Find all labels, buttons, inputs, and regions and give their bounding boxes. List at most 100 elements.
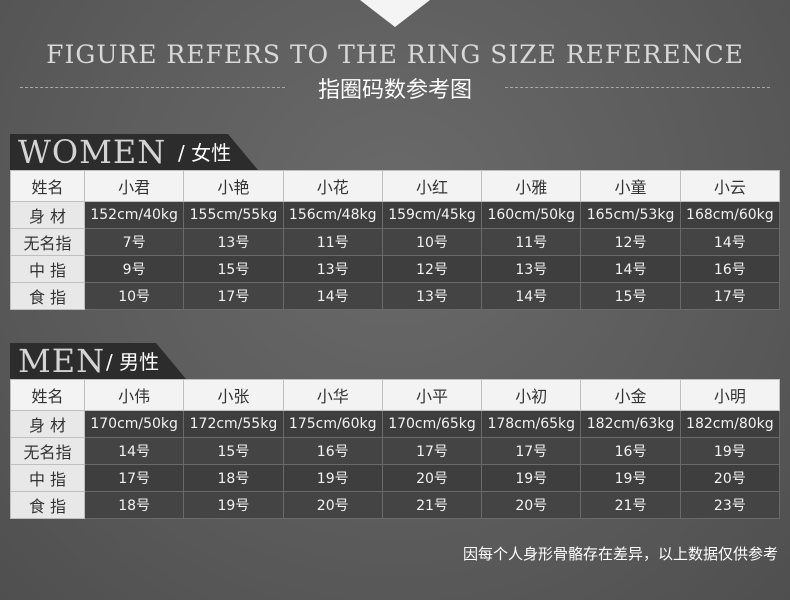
value-cell: 15号 — [580, 282, 681, 310]
value-cell: 165cm/53kg — [580, 201, 681, 229]
women-size-table: 姓名 小君 小艳 小花 小红 小雅 小童 小云 身 材 152cm/40kg 1… — [10, 170, 781, 310]
value-cell: 13号 — [381, 282, 483, 310]
value-cell: 182cm/80kg — [679, 410, 781, 438]
value-cell: 14号 — [282, 282, 383, 310]
name-cell: 小明 — [679, 379, 781, 411]
value-cell: 17号 — [679, 282, 781, 310]
value-cell: 19号 — [679, 437, 781, 465]
value-cell: 152cm/40kg — [83, 201, 185, 229]
men-section-header: MEN / 男性 — [10, 342, 186, 380]
value-cell: 10号 — [83, 282, 185, 310]
value-cell: 20号 — [282, 491, 383, 519]
value-cell: 13号 — [282, 255, 383, 283]
row-label: 身 材 — [10, 410, 85, 438]
value-cell: 170cm/65kg — [381, 410, 483, 438]
name-header-cell: 姓名 — [10, 379, 85, 411]
value-cell: 23号 — [679, 491, 781, 519]
value-cell: 18号 — [83, 491, 185, 519]
value-cell: 16号 — [580, 437, 681, 465]
name-cell: 小雅 — [481, 170, 582, 202]
value-cell: 17号 — [183, 282, 284, 310]
value-cell: 17号 — [481, 437, 582, 465]
value-cell: 10号 — [381, 228, 483, 256]
name-cell: 小伟 — [83, 379, 185, 411]
men-section-subtitle: / 男性 — [106, 350, 160, 374]
row-label: 身 材 — [10, 201, 85, 229]
value-cell: 20号 — [481, 491, 582, 519]
value-cell: 155cm/55kg — [183, 201, 284, 229]
table-row: 食 指 10号 17号 14号 13号 14号 15号 17号 — [10, 282, 781, 310]
value-cell: 21号 — [580, 491, 681, 519]
value-cell: 156cm/48kg — [282, 201, 383, 229]
disclaimer-note: 因每个人身形骨骼存在差异，以上数据仅供参考 — [462, 545, 778, 563]
value-cell: 168cm/60kg — [679, 201, 781, 229]
value-cell: 14号 — [679, 228, 781, 256]
value-cell: 15号 — [183, 255, 284, 283]
value-cell: 175cm/60kg — [282, 410, 383, 438]
english-title: FIGURE REFERS TO THE RING SIZE REFERENCE — [46, 40, 744, 69]
value-cell: 14号 — [83, 437, 185, 465]
value-cell: 20号 — [679, 464, 781, 492]
row-label: 食 指 — [10, 491, 85, 519]
value-cell: 19号 — [183, 491, 284, 519]
row-label: 无名指 — [10, 228, 85, 256]
name-cell: 小红 — [381, 170, 483, 202]
value-cell: 15号 — [183, 437, 284, 465]
value-cell: 21号 — [381, 491, 483, 519]
name-cell: 小平 — [381, 379, 483, 411]
value-cell: 12号 — [580, 228, 681, 256]
value-cell: 16号 — [679, 255, 781, 283]
value-cell: 14号 — [481, 282, 582, 310]
value-cell: 17号 — [381, 437, 483, 465]
name-cell: 小云 — [679, 170, 781, 202]
table-header-row: 姓名 小君 小艳 小花 小红 小雅 小童 小云 — [10, 170, 781, 202]
value-cell: 17号 — [83, 464, 185, 492]
row-label: 中 指 — [10, 464, 85, 492]
name-header-cell: 姓名 — [10, 170, 85, 202]
table-row: 中 指 9号 15号 13号 12号 13号 14号 16号 — [10, 255, 781, 283]
top-notch-decoration — [360, 0, 430, 27]
table-row: 无名指 14号 15号 16号 17号 17号 16号 19号 — [10, 437, 781, 465]
value-cell: 13号 — [481, 255, 582, 283]
value-cell: 159cm/45kg — [381, 201, 483, 229]
name-cell: 小初 — [481, 379, 582, 411]
value-cell: 11号 — [282, 228, 383, 256]
value-cell: 13号 — [183, 228, 284, 256]
table-row: 无名指 7号 13号 11号 10号 11号 12号 14号 — [10, 228, 781, 256]
table-header-row: 姓名 小伟 小张 小华 小平 小初 小金 小明 — [10, 379, 781, 411]
value-cell: 7号 — [83, 228, 185, 256]
chinese-title-row: 指圈码数参考图 — [20, 72, 770, 104]
value-cell: 16号 — [282, 437, 383, 465]
row-label: 中 指 — [10, 255, 85, 283]
value-cell: 9号 — [83, 255, 185, 283]
value-cell: 19号 — [580, 464, 681, 492]
name-cell: 小金 — [580, 379, 681, 411]
value-cell: 170cm/50kg — [83, 410, 185, 438]
row-label: 无名指 — [10, 437, 85, 465]
value-cell: 12号 — [381, 255, 483, 283]
women-section-subtitle: / 女性 — [178, 141, 232, 165]
chinese-title: 指圈码数参考图 — [317, 78, 472, 103]
table-row: 中 指 17号 18号 19号 20号 19号 19号 20号 — [10, 464, 781, 492]
women-section-title: WOMEN — [18, 133, 167, 171]
value-cell: 11号 — [481, 228, 582, 256]
men-section-title: MEN — [18, 342, 106, 380]
value-cell: 178cm/65kg — [481, 410, 582, 438]
name-cell: 小华 — [282, 379, 383, 411]
value-cell: 14号 — [580, 255, 681, 283]
row-label: 食 指 — [10, 282, 85, 310]
name-cell: 小艳 — [183, 170, 284, 202]
name-cell: 小君 — [83, 170, 185, 202]
value-cell: 182cm/63kg — [580, 410, 681, 438]
value-cell: 20号 — [381, 464, 483, 492]
value-cell: 160cm/50kg — [481, 201, 582, 229]
name-cell: 小花 — [282, 170, 383, 202]
women-section-header: WOMEN / 女性 — [10, 133, 258, 171]
value-cell: 19号 — [481, 464, 582, 492]
value-cell: 19号 — [282, 464, 383, 492]
table-row: 身 材 152cm/40kg 155cm/55kg 156cm/48kg 159… — [10, 201, 781, 229]
men-size-table: 姓名 小伟 小张 小华 小平 小初 小金 小明 身 材 170cm/50kg 1… — [10, 379, 781, 519]
table-row: 身 材 170cm/50kg 172cm/55kg 175cm/60kg 170… — [10, 410, 781, 438]
name-cell: 小张 — [183, 379, 284, 411]
value-cell: 172cm/55kg — [183, 410, 284, 438]
